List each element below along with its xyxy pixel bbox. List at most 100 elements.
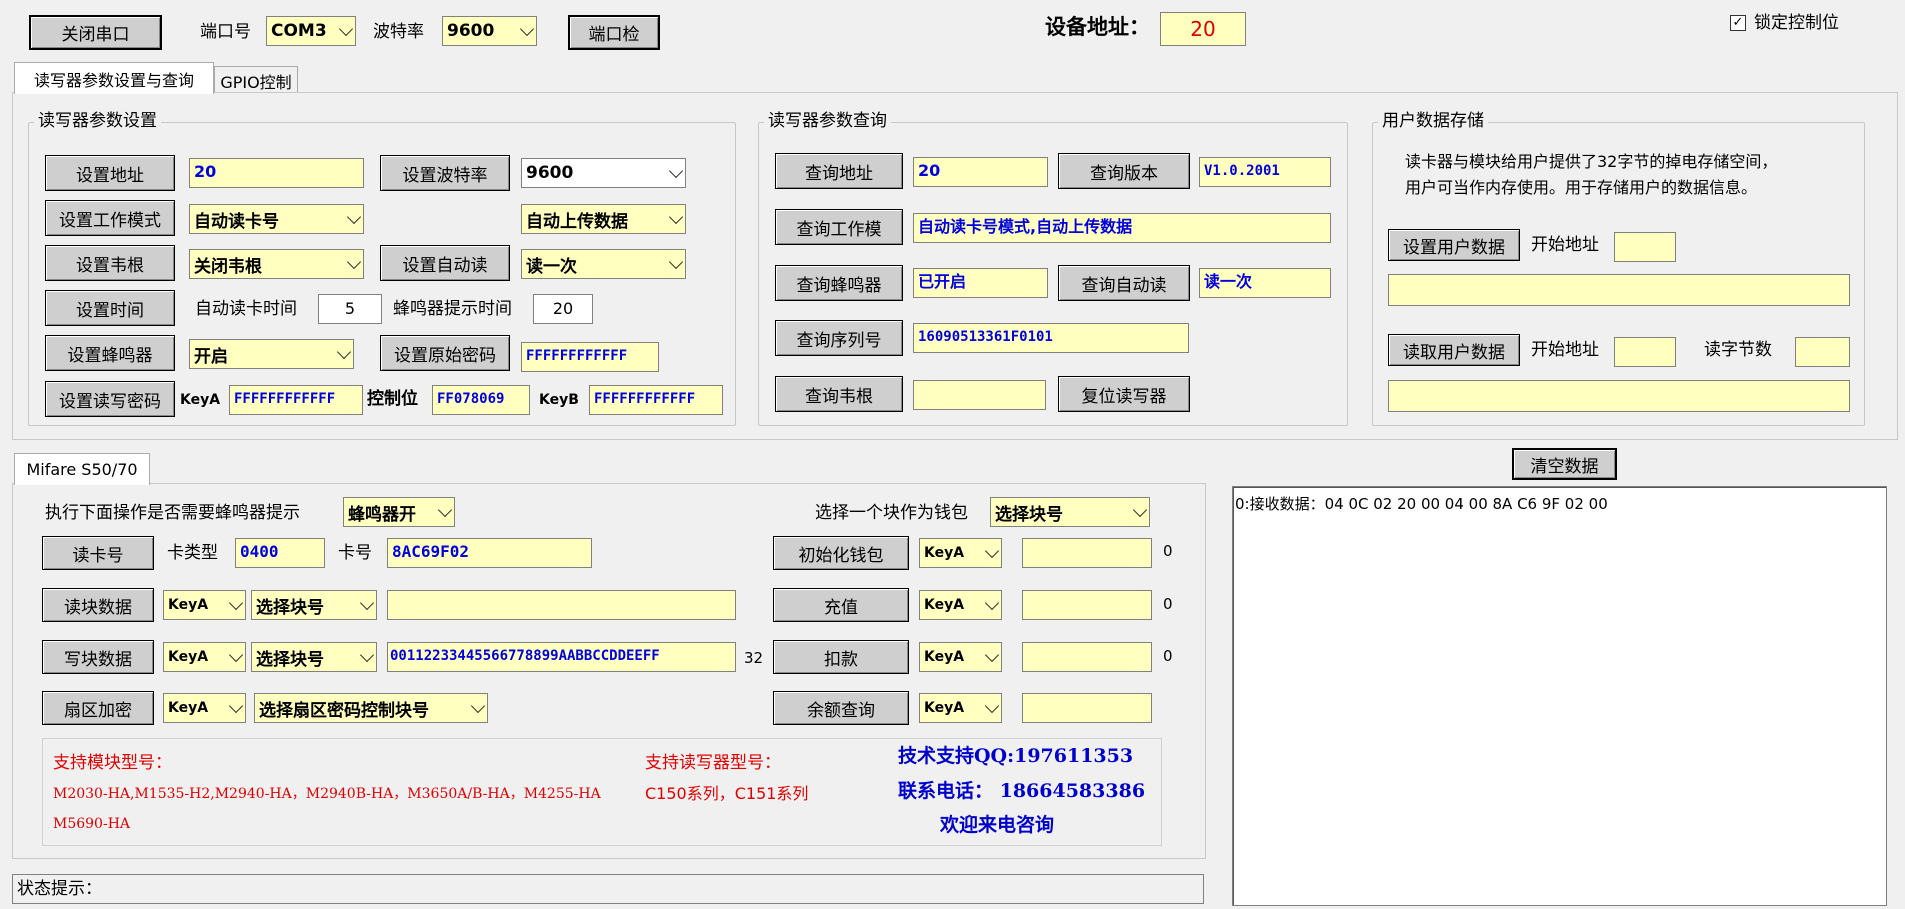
supported-readers-title: 支持读写器型号：: [645, 753, 781, 773]
chevron-down-icon: [359, 647, 375, 663]
sector-encrypt-button[interactable]: 扇区加密: [42, 691, 154, 725]
device-address-field[interactable]: 20: [1160, 12, 1246, 46]
chevron-down-icon: [1132, 502, 1148, 518]
query-serial-button[interactable]: 查询序列号: [775, 320, 903, 356]
original-password-input[interactable]: FFFFFFFFFFFF: [521, 342, 659, 372]
read-start-address-input[interactable]: [1614, 337, 1676, 367]
operation-buzzer-select[interactable]: 蜂鸣器开: [343, 497, 455, 527]
tab-gpio[interactable]: GPIO控制: [214, 66, 298, 94]
set-start-address-label: 开始地址: [1531, 235, 1599, 255]
control-bits-input[interactable]: FF078069: [432, 385, 530, 415]
status-bar: 状态提示：: [12, 874, 1204, 904]
balance-query-button[interactable]: 余额查询: [773, 691, 909, 725]
set-rw-password-button[interactable]: 设置读写密码: [45, 381, 175, 417]
keya-input[interactable]: FFFFFFFFFFFF: [229, 385, 363, 415]
set-baud-button[interactable]: 设置波特率: [380, 155, 510, 191]
clear-data-button[interactable]: 清空数据: [1512, 448, 1617, 480]
address-input[interactable]: 20: [189, 158, 364, 188]
read-length-input[interactable]: [1795, 337, 1850, 367]
port-check-button[interactable]: 端口检: [568, 15, 660, 50]
encrypt-block-select[interactable]: 选择扇区密码控制块号: [254, 693, 488, 723]
recharge-count: 0: [1163, 595, 1173, 613]
read-block-key-value: KeyA: [168, 597, 209, 613]
read-block-key-select[interactable]: KeyA: [163, 590, 246, 620]
reset-reader-button[interactable]: 复位读写器: [1058, 376, 1190, 412]
query-buzzer-button[interactable]: 查询蜂鸣器: [775, 265, 903, 301]
baud-select-value: 9600: [447, 21, 495, 41]
query-version-button[interactable]: 查询版本: [1058, 153, 1190, 189]
query-wiegand-button[interactable]: 查询韦根: [775, 376, 903, 412]
close-port-button[interactable]: 关闭串口: [29, 15, 162, 50]
buzzer-select[interactable]: 开启: [189, 339, 354, 369]
write-block-number-select[interactable]: 选择块号: [251, 642, 377, 672]
query-work-mode-button[interactable]: 查询工作模: [775, 209, 903, 245]
balance-output: [1022, 693, 1152, 723]
set-user-data-button[interactable]: 设置用户数据: [1388, 229, 1520, 261]
init-wallet-value-input[interactable]: [1022, 538, 1152, 568]
read-user-data-button[interactable]: 读取用户数据: [1388, 334, 1520, 366]
set-address-button[interactable]: 设置地址: [45, 155, 175, 191]
set-user-data-input[interactable]: [1388, 274, 1850, 306]
recharge-key-select[interactable]: KeyA: [919, 590, 1002, 620]
user-data-description-line2: 用户可当作内存使用。用于存储用户的数据信息。: [1405, 178, 1758, 197]
chevron-down-icon: [346, 209, 362, 225]
read-user-data-output: [1388, 380, 1850, 412]
recharge-button[interactable]: 充值: [773, 588, 909, 622]
read-block-button[interactable]: 读块数据: [42, 588, 154, 622]
work-mode-output: 自动读卡号模式,自动上传数据: [913, 213, 1331, 243]
deduct-key-select[interactable]: KeyA: [919, 642, 1002, 672]
user-data-description-line1: 读卡器与模块给用户提供了32字节的掉电存储空间，: [1405, 152, 1778, 171]
set-wiegand-button[interactable]: 设置韦根: [45, 245, 175, 281]
baud-select[interactable]: 9600: [442, 16, 537, 46]
chevron-down-icon: [228, 595, 244, 611]
keyb-label: KeyB: [539, 392, 579, 408]
autoread-select[interactable]: 读一次: [521, 249, 686, 279]
query-address-button[interactable]: 查询地址: [775, 153, 903, 189]
lock-control-checkbox[interactable]: ✓: [1730, 15, 1746, 31]
wiegand-select[interactable]: 关闭韦根: [189, 249, 364, 279]
port-select[interactable]: COM3: [266, 16, 356, 46]
operation-buzzer-value: 蜂鸣器开: [348, 504, 416, 525]
port-label: 端口号: [200, 22, 251, 42]
write-block-key-select[interactable]: KeyA: [163, 642, 246, 672]
tab-reader-settings[interactable]: 读写器参数设置与查询: [14, 62, 214, 94]
set-original-password-button[interactable]: 设置原始密码: [380, 335, 510, 371]
upload-mode-value: 自动上传数据: [526, 211, 628, 232]
card-number-label: 卡号: [338, 543, 372, 563]
query-autoread-button[interactable]: 查询自动读: [1058, 265, 1190, 301]
read-start-address-label: 开始地址: [1531, 340, 1599, 360]
baud-label: 波特率: [373, 22, 424, 42]
encrypt-key-select[interactable]: KeyA: [163, 693, 246, 723]
set-start-address-input[interactable]: [1614, 232, 1676, 262]
tab-mifare[interactable]: Mifare S50/70: [14, 453, 150, 485]
supported-modules-list-2: M5690-HA: [53, 816, 131, 832]
chevron-down-icon: [228, 647, 244, 663]
deduct-value-input[interactable]: [1022, 642, 1152, 672]
keyb-input[interactable]: FFFFFFFFFFFF: [589, 385, 723, 415]
supported-readers-list: C150系列，C151系列: [645, 784, 809, 803]
upload-mode-select[interactable]: 自动上传数据: [521, 204, 686, 234]
baud-setting-select[interactable]: 9600: [521, 158, 686, 188]
set-buzzer-button[interactable]: 设置蜂鸣器: [45, 335, 175, 371]
control-bits-label: 控制位: [367, 389, 418, 409]
init-wallet-button[interactable]: 初始化钱包: [773, 536, 909, 570]
read-block-number-select[interactable]: 选择块号: [251, 590, 377, 620]
wallet-block-select[interactable]: 选择块号: [990, 497, 1150, 527]
set-time-button[interactable]: 设置时间: [45, 290, 175, 326]
receive-log[interactable]: 0:接收数据：04 0C 02 20 00 04 00 8A C6 9F 02 …: [1232, 486, 1887, 906]
write-block-button[interactable]: 写块数据: [42, 640, 154, 674]
read-card-button[interactable]: 读卡号: [42, 536, 154, 570]
serial-output: 16090513361F0101: [913, 323, 1189, 353]
write-block-data-input[interactable]: 00112233445566778899AABBCCDDEEFF: [387, 642, 736, 672]
deduct-button[interactable]: 扣款: [773, 640, 909, 674]
buzzer-time-input[interactable]: 20: [533, 294, 593, 324]
recharge-value-input[interactable]: [1022, 590, 1152, 620]
autoread-time-input[interactable]: 5: [318, 294, 382, 324]
init-wallet-key-select[interactable]: KeyA: [919, 538, 1002, 568]
work-mode-select[interactable]: 自动读卡号: [189, 204, 364, 234]
port-select-value: COM3: [271, 21, 327, 41]
read-block-number-value: 选择块号: [256, 597, 324, 618]
set-work-mode-button[interactable]: 设置工作模式: [45, 200, 175, 236]
balance-key-select[interactable]: KeyA: [919, 693, 1002, 723]
set-autoread-button[interactable]: 设置自动读: [380, 245, 510, 281]
